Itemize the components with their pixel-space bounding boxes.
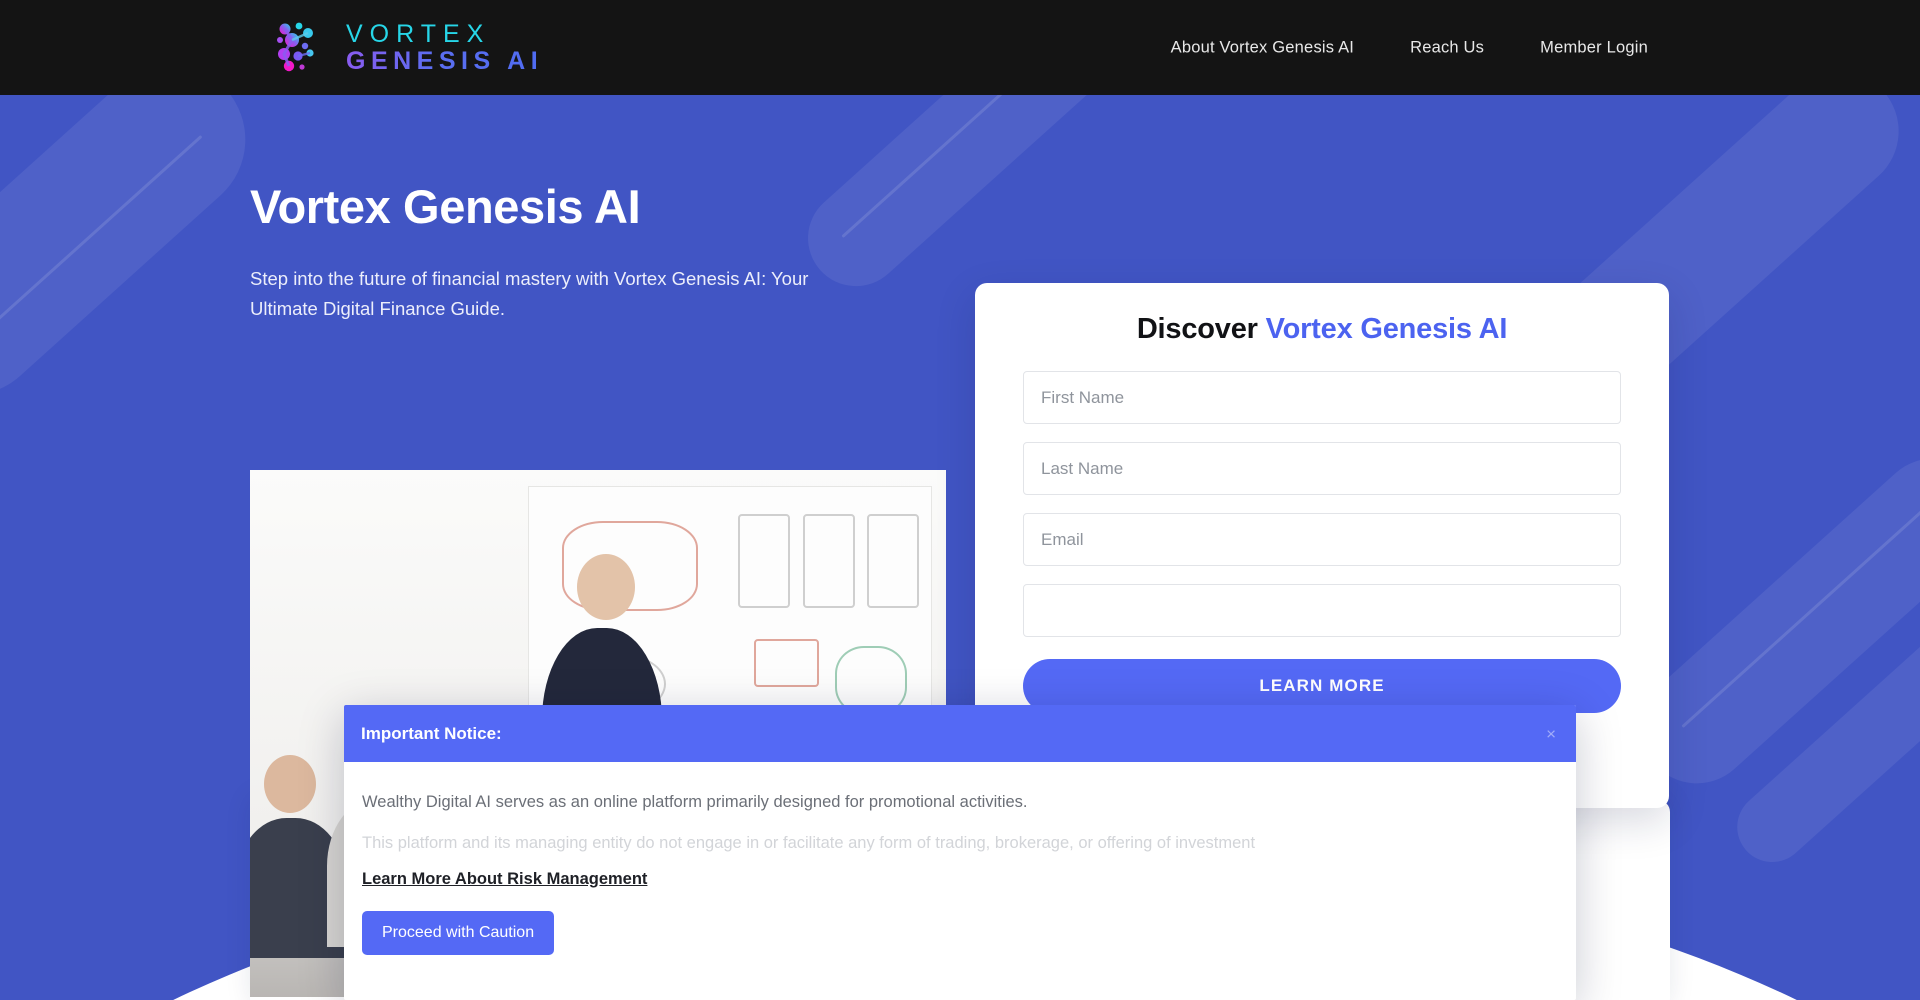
modal-header: Important Notice: × [344,705,1576,762]
nav-item-reach-us[interactable]: Reach Us [1410,38,1484,57]
photo-diagram-5 [754,638,819,688]
main-navigation: About Vortex Genesis AI Reach Us Member … [1171,38,1648,57]
photo-person-head-presenter [577,554,636,621]
molecule-logo-icon [272,20,328,76]
nav-item-about[interactable]: About Vortex Genesis AI [1171,38,1354,57]
decor-streak-3 [0,95,277,427]
brand-wordmark: VORTEX GENESIS AI [346,21,543,74]
page-title: Vortex Genesis AI [250,180,641,233]
nav-item-member-login[interactable]: Member Login [1540,38,1648,57]
hero-subtitle: Step into the future of financial master… [250,268,809,320]
site-header: VORTEX GENESIS AI About Vortex Genesis A… [0,0,1920,95]
important-notice-modal: Important Notice: × Wealthy Digital AI s… [344,705,1576,1000]
brand-logo[interactable]: VORTEX GENESIS AI [272,20,543,76]
photo-diagram-3 [802,514,855,608]
last-name-input[interactable] [1023,442,1621,495]
first-name-input[interactable] [1023,371,1621,424]
modal-title: Important Notice: [361,723,502,743]
photo-diagram-4 [866,514,919,608]
hero-copy: Vortex Genesis AI Step into the future o… [250,180,950,324]
modal-paragraph-2: This platform and its managing entity do… [362,833,1256,852]
proceed-with-caution-button[interactable]: Proceed with Caution [362,910,555,955]
modal-footer: Proceed with Caution [344,889,1576,955]
photo-person-head-1 [263,754,316,813]
form-title: Discover Vortex Genesis AI [1023,313,1621,346]
phone-input[interactable] [1023,584,1621,637]
form-title-accent: Vortex Genesis AI [1265,313,1508,345]
close-icon[interactable]: × [1546,725,1556,742]
form-title-prefix: Discover [1136,313,1266,345]
photo-diagram-2 [738,514,791,608]
brand-line-2: GENESIS AI [346,46,544,75]
email-input[interactable] [1023,513,1621,566]
brand-line-1: VORTEX [346,20,491,49]
modal-body: Wealthy Digital AI serves as an online p… [344,762,1576,889]
risk-management-link[interactable]: Learn More About Risk Management [362,870,647,889]
modal-paragraph-1: Wealthy Digital AI serves as an online p… [362,793,1028,811]
page-root: VORTEX GENESIS AI About Vortex Genesis A… [0,0,1920,1000]
